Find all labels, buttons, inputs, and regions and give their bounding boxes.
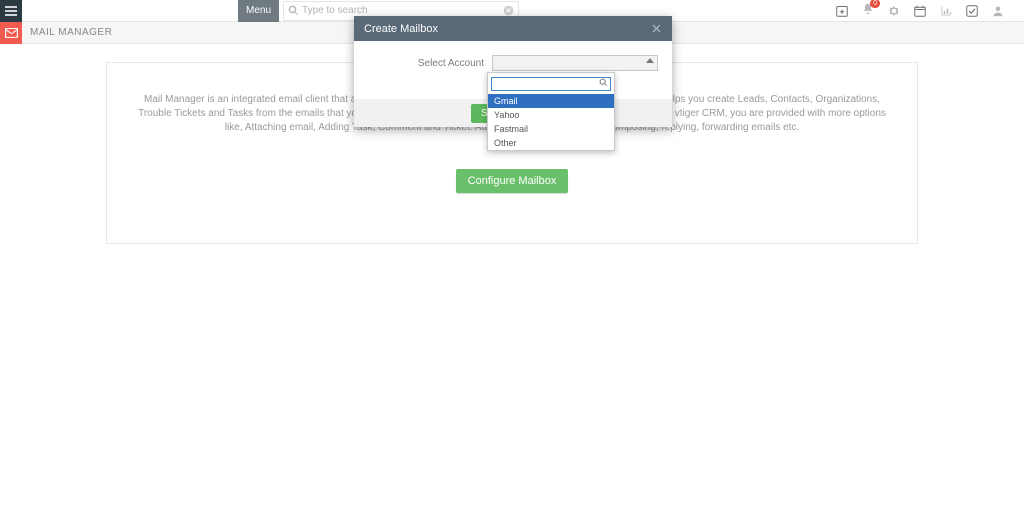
notifications-button[interactable]: 0 xyxy=(862,3,874,18)
select-account-label: Select Account xyxy=(368,58,484,69)
dropdown-option-gmail[interactable]: Gmail xyxy=(488,94,614,108)
check-box-icon[interactable] xyxy=(966,5,978,17)
hamburger-menu-button[interactable] xyxy=(0,0,22,22)
dropdown-option-other[interactable]: Other xyxy=(488,136,614,150)
module-icon xyxy=(0,22,22,44)
user-icon[interactable] xyxy=(992,5,1004,17)
close-icon[interactable] xyxy=(651,23,662,34)
notification-count-badge: 0 xyxy=(870,0,880,8)
search-icon xyxy=(288,5,299,16)
chart-icon[interactable] xyxy=(940,5,952,17)
clear-search-icon[interactable] xyxy=(503,5,514,16)
envelope-icon xyxy=(5,28,18,38)
account-select[interactable] xyxy=(492,55,658,71)
dropdown-search-input[interactable] xyxy=(491,77,611,91)
modal-title: Create Mailbox xyxy=(364,23,438,35)
configure-mailbox-button[interactable]: Configure Mailbox xyxy=(456,169,569,193)
module-title: MAIL MANAGER xyxy=(30,27,112,38)
dropdown-option-fastmail[interactable]: Fastmail xyxy=(488,122,614,136)
hamburger-icon xyxy=(5,6,17,16)
calendar-add-icon[interactable] xyxy=(836,5,848,17)
chevron-up-icon xyxy=(646,58,654,63)
account-dropdown-panel: GmailYahooFastmailOther xyxy=(487,72,615,151)
menu-button[interactable]: Menu xyxy=(238,0,279,22)
calendar-icon[interactable] xyxy=(914,5,926,17)
dropdown-option-yahoo[interactable]: Yahoo xyxy=(488,108,614,122)
search-icon xyxy=(599,78,608,87)
gear-icon[interactable] xyxy=(888,5,900,17)
